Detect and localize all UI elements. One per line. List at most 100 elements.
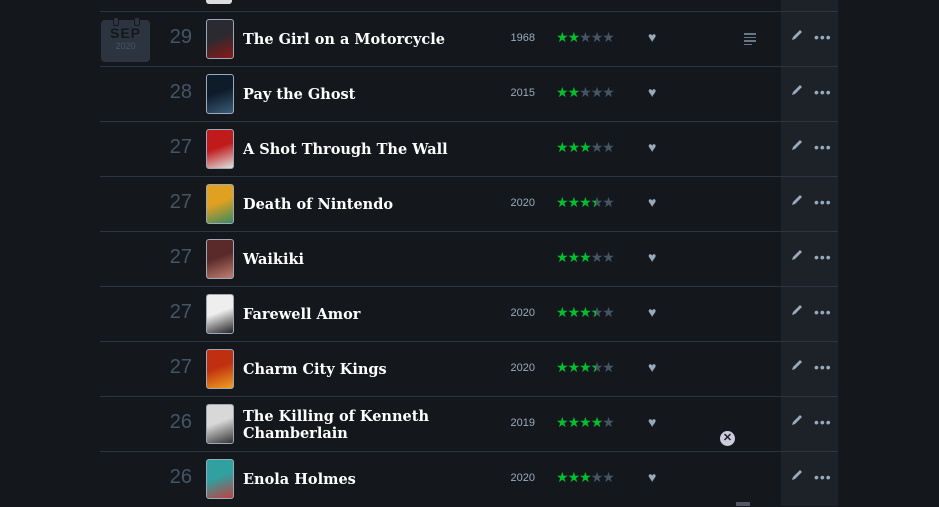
diary-entry-row[interactable]: 27Farewell Amor2020★★★★★♥••• bbox=[100, 286, 838, 342]
entry-day[interactable]: 27 bbox=[152, 246, 192, 269]
calendar-year: 2020 bbox=[115, 41, 136, 51]
entry-day[interactable]: 26 bbox=[152, 411, 192, 434]
pencil-icon[interactable] bbox=[790, 28, 804, 42]
star-empty-icon: ★ bbox=[602, 414, 615, 430]
star-icon: ★ bbox=[579, 414, 592, 430]
entry-day[interactable]: 27 bbox=[152, 136, 192, 159]
heart-icon[interactable]: ♥ bbox=[648, 139, 656, 155]
film-poster[interactable] bbox=[206, 239, 234, 279]
heart-icon[interactable]: ♥ bbox=[648, 359, 656, 375]
more-icon[interactable]: ••• bbox=[814, 249, 832, 265]
star-icon: ★ bbox=[556, 414, 569, 430]
star-empty-icon: ★ bbox=[602, 29, 615, 45]
star-icon: ★ bbox=[567, 139, 581, 155]
star-empty-icon: ★ bbox=[579, 84, 592, 100]
entry-day[interactable]: 29 bbox=[152, 26, 192, 49]
star-empty-icon: ★ bbox=[590, 139, 604, 155]
calendar-icon[interactable]: SEP 2020 bbox=[101, 17, 150, 62]
entry-day[interactable]: 27 bbox=[152, 356, 192, 379]
pencil-icon[interactable] bbox=[790, 468, 804, 482]
film-year[interactable]: 2015 bbox=[495, 87, 535, 99]
heart-icon[interactable]: ♥ bbox=[648, 414, 656, 430]
close-icon[interactable]: ✕ bbox=[720, 431, 735, 446]
rating-stars: ★★★★★ bbox=[556, 29, 615, 46]
film-title[interactable]: Charm City Kings bbox=[243, 342, 493, 397]
film-year[interactable]: 2020 bbox=[495, 307, 535, 319]
more-icon[interactable]: ••• bbox=[814, 304, 832, 320]
film-year[interactable]: 2020 bbox=[495, 362, 535, 374]
film-poster[interactable] bbox=[206, 294, 234, 334]
star-icon: ★ bbox=[556, 359, 569, 375]
more-icon[interactable]: ••• bbox=[814, 139, 832, 155]
film-title[interactable]: A Shot Through The Wall bbox=[243, 122, 493, 177]
star-icon: ★ bbox=[556, 29, 569, 45]
entry-day[interactable]: 27 bbox=[152, 301, 192, 324]
film-poster[interactable] bbox=[206, 74, 234, 114]
heart-icon[interactable]: ♥ bbox=[648, 84, 656, 100]
heart-icon[interactable]: ♥ bbox=[648, 194, 656, 210]
diary-entry-row[interactable]: 27 Charm City Kings2020 ★★★★★ ♥ ••• bbox=[100, 341, 838, 397]
pencil-icon[interactable] bbox=[790, 303, 804, 317]
pencil-icon[interactable] bbox=[790, 413, 804, 427]
diary-entry-row[interactable]: SEP 2020 29 The Girl on a Motorcycle 1968 ★★★… bbox=[100, 11, 838, 67]
star-empty-icon: ★ bbox=[590, 84, 604, 100]
pencil-icon[interactable] bbox=[790, 193, 804, 207]
more-icon[interactable]: ••• bbox=[814, 469, 832, 485]
film-title[interactable]: The Girl on a Motorcycle bbox=[243, 12, 493, 67]
diary-frame: SEP 2020 29 The Girl on a Motorcycle 1968 ★★★… bbox=[0, 0, 939, 506]
diary-entry-row[interactable]: 27Death of Nintendo2020★★★★★♥••• bbox=[100, 176, 838, 232]
pencil-icon[interactable] bbox=[790, 358, 804, 372]
diary-entry-row[interactable]: 28 Pay the Ghost 2015 ★★★★★ ♥ ••• bbox=[100, 66, 838, 122]
rating-stars: ★★★★★ bbox=[556, 359, 615, 376]
film-poster[interactable] bbox=[206, 349, 234, 389]
calendar-month: SEP bbox=[109, 25, 141, 41]
scroll-stub bbox=[736, 502, 750, 506]
film-title[interactable]: Waikiki bbox=[243, 232, 493, 287]
film-title[interactable]: Farewell Amor bbox=[243, 287, 493, 342]
diary-entry-row[interactable]: 27 A Shot Through The Wall ★★★★★ ♥ ••• bbox=[100, 121, 838, 177]
more-icon[interactable]: ••• bbox=[814, 414, 832, 430]
diary-entry-row[interactable]: 26 Enola Holmes 2020 ★★★★★ ♥ ••• bbox=[100, 451, 838, 507]
more-icon[interactable]: ••• bbox=[814, 359, 832, 375]
star-empty-icon: ★ bbox=[602, 194, 615, 210]
entry-day[interactable]: 28 bbox=[152, 81, 192, 104]
star-empty-icon: ★ bbox=[590, 29, 604, 45]
review-text-icon[interactable] bbox=[744, 33, 756, 47]
half-star-icon: ★ bbox=[591, 359, 604, 376]
star-icon: ★ bbox=[556, 249, 569, 265]
pencil-icon[interactable] bbox=[790, 248, 804, 262]
heart-icon[interactable]: ♥ bbox=[648, 469, 656, 485]
diary-entry-row[interactable]: 27 Waikiki ★★★★★ ♥ ••• bbox=[100, 231, 838, 287]
star-icon: ★ bbox=[590, 414, 604, 430]
more-icon[interactable]: ••• bbox=[814, 194, 832, 210]
film-year[interactable]: 2019 bbox=[495, 417, 535, 429]
star-empty-icon: ★ bbox=[579, 29, 592, 45]
heart-icon[interactable]: ♥ bbox=[648, 249, 656, 265]
film-year[interactable]: 2020 bbox=[495, 197, 535, 209]
film-year[interactable]: 2020 bbox=[495, 472, 535, 484]
entry-day[interactable]: 27 bbox=[152, 191, 192, 214]
more-icon[interactable]: ••• bbox=[814, 29, 832, 45]
pencil-icon[interactable] bbox=[790, 83, 804, 97]
star-icon: ★ bbox=[567, 29, 581, 45]
film-poster[interactable] bbox=[206, 459, 234, 499]
pencil-icon[interactable] bbox=[790, 138, 804, 152]
entry-day[interactable]: 26 bbox=[152, 466, 192, 489]
heart-icon[interactable]: ♥ bbox=[648, 29, 656, 45]
more-icon[interactable]: ••• bbox=[814, 84, 832, 100]
film-year[interactable]: 1968 bbox=[495, 32, 535, 44]
film-title[interactable]: Enola Holmes bbox=[243, 452, 493, 507]
poster-stub-top bbox=[206, 0, 232, 4]
film-title[interactable]: Death of Nintendo bbox=[243, 177, 493, 232]
film-poster[interactable] bbox=[206, 129, 234, 169]
star-icon: ★ bbox=[556, 84, 569, 100]
film-title[interactable]: Pay the Ghost bbox=[243, 67, 493, 122]
heart-icon[interactable]: ♥ bbox=[648, 304, 656, 320]
star-icon: ★ bbox=[579, 359, 592, 375]
film-poster[interactable] bbox=[206, 404, 234, 444]
star-icon: ★ bbox=[567, 194, 581, 210]
film-poster[interactable] bbox=[206, 184, 234, 224]
film-title[interactable]: The Killing of Kenneth Chamberlain bbox=[243, 397, 493, 452]
star-empty-icon: ★ bbox=[602, 84, 615, 100]
film-poster[interactable] bbox=[206, 19, 234, 59]
